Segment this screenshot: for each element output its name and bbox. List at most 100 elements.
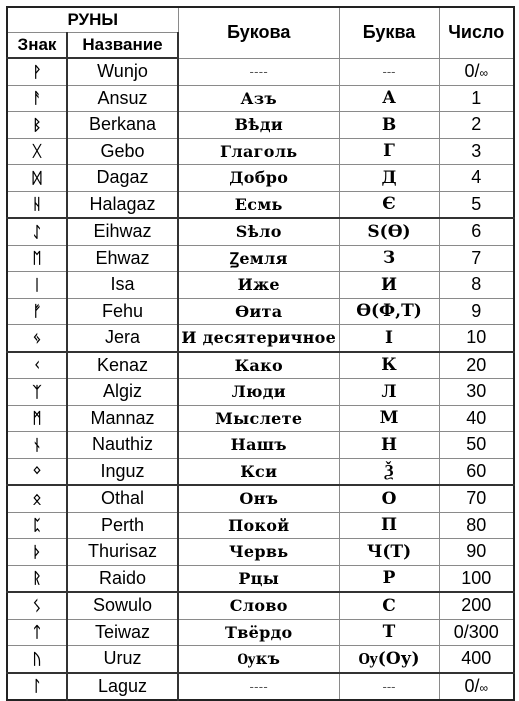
bukova-cell: Глаголь (177, 137, 340, 165)
number-cell: 7 (438, 244, 515, 272)
table-row: ᚺ Halagaz Есмь Є 5 (6, 190, 515, 219)
bukva-cell: І (338, 324, 440, 352)
bukva-cell: Ч(Т) (338, 538, 440, 566)
bukova-cell: Мыслете (177, 404, 340, 432)
table-row: ᚱ Raido Рцы Р 100 (6, 564, 515, 593)
rune-name-cell: Dagaz (66, 164, 179, 192)
table-row: ᚲ Kenaz Како К 20 (6, 350, 515, 379)
table-row: ᚦ Thurisaz Червь Ч(Т) 90 (6, 538, 515, 566)
number-cell: 80 (438, 511, 515, 539)
isa-rune-icon: ᛁ (6, 271, 68, 299)
number-cell: 9 (438, 297, 515, 325)
infinity-symbol: ∞ (479, 66, 489, 80)
table-row: ᚹ Wunjo ---- --- 0/∞ (6, 57, 515, 86)
gebo-rune-icon: ᚷ (6, 137, 68, 165)
bukva-cell: С (338, 591, 440, 620)
laguz-rune-icon: ᛚ (6, 671, 68, 701)
perth-rune-icon: ᛈ (6, 511, 68, 539)
fehu-rune-icon: ᚠ (6, 297, 68, 325)
table-body: ᚹ Wunjo ---- --- 0/∞ ᚨ Ansuz Азъ А 1 ᛒ Berkana Вѣди В… (6, 57, 515, 701)
number-cell: 6 (438, 217, 515, 246)
bukova-cell: Ѕѣло (177, 217, 340, 246)
wunjo-rune-icon: ᚹ (6, 57, 68, 86)
bukova-cell: Ꙁемля (177, 244, 340, 272)
header-name: Название (66, 32, 179, 59)
bukva-cell: Т (338, 618, 440, 646)
rune-name-cell: Uruz (66, 645, 179, 673)
bukova-cell: И десятеричное (177, 324, 340, 352)
bukva-cell: К (338, 350, 440, 379)
bukova-cell: ---- (177, 57, 340, 86)
bukova-cell: ---- (177, 671, 340, 701)
eihwaz-rune-icon: ᛇ (6, 217, 68, 246)
table-row: ᚷ Gebo Глаголь Г 3 (6, 137, 515, 165)
rune-name-cell: Eihwaz (66, 217, 179, 246)
table-row: ᛏ Teiwaz Твёрдо Т 0/300 (6, 618, 515, 646)
bukva-cell: А (338, 84, 440, 112)
bukva-cell: Н (338, 431, 440, 459)
rune-name-cell: Laguz (66, 671, 179, 701)
rune-name-cell: Othal (66, 484, 179, 513)
table-row: ᛈ Perth Покой П 80 (6, 511, 515, 539)
rune-name-cell: Fehu (66, 297, 179, 325)
bukva-cell: В (338, 111, 440, 139)
rune-name-cell: Thurisaz (66, 538, 179, 566)
teiwaz-rune-icon: ᛏ (6, 618, 68, 646)
sowulo-rune-icon: ᛊ (6, 591, 68, 620)
jera-rune-icon: ᛃ (6, 324, 68, 352)
number-cell: 70 (438, 484, 515, 513)
bukva-cell: Р (338, 564, 440, 593)
number-cell: 40 (438, 404, 515, 432)
bukva-cell: Ѹ(Оу) (338, 645, 440, 673)
bukova-cell: Люди (177, 378, 340, 406)
raido-rune-icon: ᚱ (6, 564, 68, 593)
bukova-cell: Ѳита (177, 297, 340, 325)
dagaz-rune-icon: ᛞ (6, 164, 68, 192)
table-row: ᛇ Eihwaz Ѕѣло Ѕ(Ѳ) 6 (6, 217, 515, 246)
ansuz-rune-icon: ᚨ (6, 84, 68, 112)
rune-name-cell: Ehwaz (66, 244, 179, 272)
bukova-cell: Азъ (177, 84, 340, 112)
rune-name-cell: Jera (66, 324, 179, 352)
rune-name-cell: Perth (66, 511, 179, 539)
bukova-cell: Твёрдо (177, 618, 340, 646)
table-row: ᛗ Mannaz Мыслете М 40 (6, 404, 515, 432)
thurisaz-rune-icon: ᚦ (6, 538, 68, 566)
number-cell: 5 (438, 190, 515, 219)
bukva-cell: О (338, 484, 440, 513)
rune-name-cell: Isa (66, 271, 179, 299)
nauthiz-rune-icon: ᚾ (6, 431, 68, 459)
header-runes-group: РУНЫ (6, 6, 179, 33)
table-row: ᚢ Uruz Ѹкъ Ѹ(Оу) 400 (6, 645, 515, 673)
rune-name-cell: Berkana (66, 111, 179, 139)
bukva-cell: Є (338, 190, 440, 219)
ehwaz-rune-icon: ᛖ (6, 244, 68, 272)
bukva-cell: Л (338, 378, 440, 406)
header-sign: Знак (6, 32, 68, 59)
mannaz-rune-icon: ᛗ (6, 404, 68, 432)
number-cell: 1 (438, 84, 515, 112)
number-cell: 10 (438, 324, 515, 352)
halagaz-rune-icon: ᚺ (6, 190, 68, 219)
bukova-cell: Како (177, 350, 340, 379)
rune-name-cell: Kenaz (66, 350, 179, 379)
number-cell: 60 (438, 457, 515, 486)
bukova-cell: Слово (177, 591, 340, 620)
bukova-cell: Нашъ (177, 431, 340, 459)
number-cell: 0/300 (438, 618, 515, 646)
bukva-cell: М (338, 404, 440, 432)
table-row: ᚨ Ansuz Азъ А 1 (6, 84, 515, 112)
header-bukova: Букова (177, 6, 340, 59)
table-row: ᛖ Ehwaz Ꙁемля З 7 (6, 244, 515, 272)
number-cell: 20 (438, 350, 515, 379)
bukva-cell: Д (338, 164, 440, 192)
header-number: Число (438, 6, 515, 59)
number-cell: 90 (438, 538, 515, 566)
bukova-cell: Ѹкъ (177, 645, 340, 673)
number-cell: 2 (438, 111, 515, 139)
rune-name-cell: Mannaz (66, 404, 179, 432)
bukva-cell: --- (338, 671, 440, 701)
number-cell: 400 (438, 645, 515, 673)
infinity-symbol: ∞ (479, 680, 489, 695)
rune-name-cell: Inguz (66, 457, 179, 486)
